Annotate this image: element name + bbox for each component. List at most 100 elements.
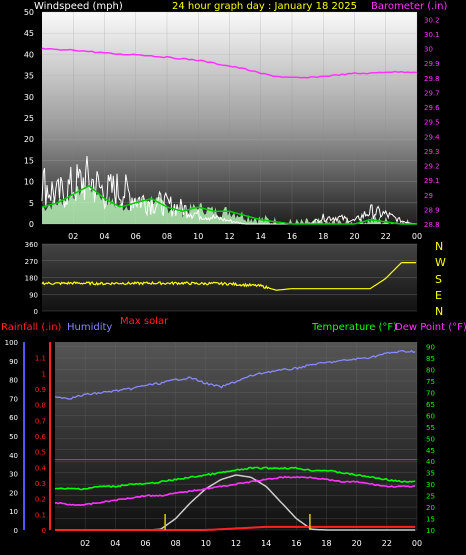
temperature-x-tick-label: 08 — [171, 539, 181, 548]
compass-label-n-bottom: N — [435, 305, 443, 318]
rain-y-tick-label: 0.7 — [35, 417, 46, 425]
wind-x-tick-label: 10 — [193, 232, 203, 241]
humidity-axis-label: Humidity — [67, 322, 112, 333]
temperature-x-tick-label: 16 — [291, 539, 301, 548]
rain-y-tick-label: 0.4 — [35, 464, 47, 472]
wind-x-tick-label: 18 — [318, 232, 328, 241]
temperature-y-tick-label: 65 — [426, 401, 435, 409]
temperature-y-tick-label: 30 — [426, 481, 435, 489]
wind-x-tick-label: 08 — [162, 232, 172, 241]
rain-y-tick-label: 1.1 — [35, 355, 46, 363]
humidity-y-tick-label: 60 — [9, 414, 18, 422]
wind-y-tick-label: 40 — [24, 50, 34, 59]
wind-x-tick-label: 22 — [381, 232, 391, 241]
rain-y-tick-label: 0.6 — [35, 433, 47, 441]
direction-y-tick-label: 90 — [29, 291, 38, 299]
wind-y-tick-label: 30 — [24, 93, 34, 102]
rain-y-tick-label: 0.5 — [35, 449, 46, 457]
rain-y-tick-label: 1 — [42, 370, 46, 378]
temperature-y-tick-label: 35 — [426, 470, 435, 478]
direction-y-tick-label: 180 — [25, 275, 38, 283]
rain-y-tick-label: 0 — [42, 527, 46, 535]
rain-y-tick-label: 0.2 — [35, 496, 46, 504]
compass-label-n-top: N — [435, 240, 443, 253]
barometer-y-tick-label: 29.6 — [424, 104, 440, 112]
temperature-y-tick-label: 60 — [426, 412, 435, 420]
direction-y-tick-label: 270 — [25, 258, 38, 266]
wind-x-tick-label: 12 — [224, 232, 234, 241]
humidity-y-tick-label: 90 — [9, 358, 18, 366]
temperature-y-tick-label: 85 — [426, 355, 435, 363]
temperature-x-tick-label: 20 — [352, 539, 362, 548]
compass-label-e: E — [435, 289, 442, 302]
wind-y-tick-label: 10 — [24, 178, 34, 187]
barometer-y-tick-label: 29.4 — [424, 133, 440, 141]
barometer-y-tick-label: 30.2 — [424, 16, 440, 24]
direction-axes: 0 90 180 270 360 — [25, 241, 38, 316]
wind-x-tick-label: 00 — [412, 232, 422, 241]
temperature-x-tick-label: 22 — [382, 539, 392, 548]
barometer-y-tick-label: 29.3 — [424, 148, 440, 156]
temperature-y-tick-label: 20 — [426, 504, 435, 512]
humidity-y-tick-label: 10 — [9, 508, 18, 516]
temperature-x-tick-label: 10 — [201, 539, 211, 548]
barometer-y-tick-label: 29 — [424, 192, 433, 200]
rainfall-axis-label: Rainfall (.in) — [1, 322, 62, 333]
barometer-y-tick-label: 29.7 — [424, 89, 440, 97]
temperature-y-tick-label: 25 — [426, 493, 435, 501]
wind-x-tick-label: 20 — [349, 232, 359, 241]
temperature-x-tick-label: 18 — [321, 539, 331, 548]
barometer-y-tick-label: 29.1 — [424, 177, 440, 185]
barometer-axis-label: Barometer (.in) — [371, 1, 447, 12]
wind-y-tick-label: 0 — [29, 220, 34, 229]
temperature-y-tick-label: 40 — [426, 458, 435, 466]
rain-y-tick-label: 0.3 — [35, 480, 46, 488]
humidity-y-tick-label: 50 — [9, 433, 18, 441]
weather-graph: 0510152025303540455028.828.92929.129.229… — [1, 1, 466, 548]
barometer-y-tick-label: 29.9 — [424, 60, 440, 68]
temperature-x-tick-label: 14 — [261, 539, 271, 548]
humidity-y-tick-label: 70 — [9, 395, 18, 403]
wind-x-tick-label: 04 — [99, 232, 109, 241]
wind-y-tick-label: 25 — [24, 114, 34, 123]
wind-x-tick-label: 06 — [131, 232, 141, 241]
barometer-y-tick-label: 29.5 — [424, 119, 440, 127]
wind-y-tick-label: 20 — [24, 135, 34, 144]
temperature-y-tick-label: 80 — [426, 367, 435, 375]
temperature-y-tick-label: 50 — [426, 435, 435, 443]
humidity-y-tick-label: 100 — [5, 339, 18, 347]
barometer-y-tick-label: 29.8 — [424, 75, 440, 83]
humidity-y-tick-label: 20 — [9, 489, 18, 497]
wind-x-tick-label: 02 — [68, 232, 78, 241]
wind-x-tick-label: 14 — [256, 232, 266, 241]
compass-label-w: W — [435, 256, 446, 269]
temperature-x-tick-label: 04 — [110, 539, 120, 548]
barometer-y-tick-label: 29.2 — [424, 163, 440, 171]
dewpoint-axis-label: Dew Point (°F) — [395, 322, 466, 333]
direction-y-tick-label: 0 — [34, 308, 38, 316]
humidity-y-tick-label: 30 — [9, 471, 18, 479]
temperature-x-tick-label: 02 — [80, 539, 90, 548]
wind-y-tick-label: 5 — [29, 199, 34, 208]
max-solar-label: Max solar — [120, 316, 169, 327]
humidity-y-tick-label: 40 — [9, 452, 18, 460]
temperature-x-tick-label: 00 — [412, 539, 422, 548]
wind-x-tick-label: 16 — [287, 232, 297, 241]
wind-y-tick-label: 45 — [24, 29, 34, 38]
temperature-y-tick-label: 45 — [426, 447, 435, 455]
temperature-y-tick-label: 10 — [426, 527, 435, 535]
barometer-y-tick-label: 28.9 — [424, 206, 440, 214]
temperature-y-tick-label: 75 — [426, 378, 435, 386]
temperature-x-tick-label: 12 — [231, 539, 241, 548]
direction-y-tick-label: 360 — [25, 241, 38, 249]
humidity-y-tick-label: 0 — [14, 527, 18, 535]
windspeed-axis-label: Windspeed (mph) — [34, 1, 123, 12]
temperature-y-tick-label: 55 — [426, 424, 435, 432]
humidity-y-tick-label: 80 — [9, 377, 18, 385]
wind-y-tick-label: 50 — [24, 8, 34, 17]
barometer-y-tick-label: 28.8 — [424, 221, 440, 229]
rain-y-tick-label: 0.1 — [35, 511, 46, 519]
wind-y-tick-label: 15 — [24, 156, 34, 165]
temperature-y-tick-label: 15 — [426, 516, 435, 524]
rain-y-tick-label: 0.9 — [35, 386, 46, 394]
